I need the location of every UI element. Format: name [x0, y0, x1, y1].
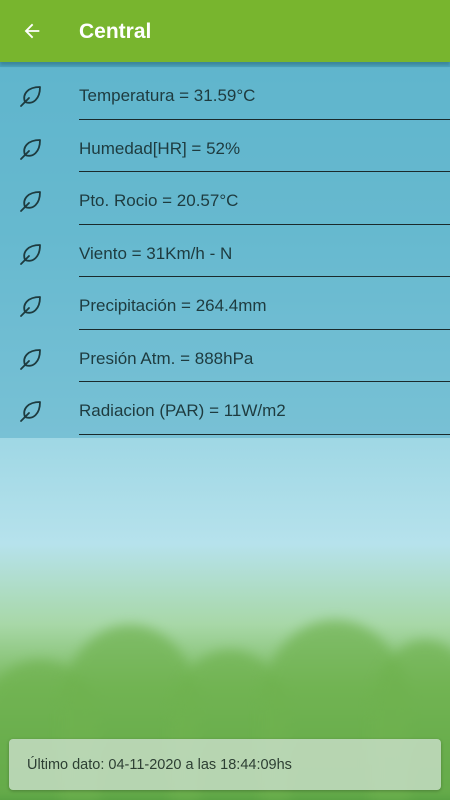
- leaf-icon: [20, 296, 41, 317]
- list-item-label: Precipitación = 264.4mm: [79, 296, 267, 315]
- list-item-label: Humedad[HR] = 52%: [79, 138, 241, 158]
- list-item-precipitation[interactable]: Precipitación = 264.4mm: [0, 277, 450, 330]
- last-update-text: Último dato: 04-11-2020 a las 18:44:09hs: [27, 757, 292, 773]
- last-update-card: Último dato: 04-11-2020 a las 18:44:09hs: [9, 739, 441, 790]
- list-item-temperature[interactable]: Temperatura = 31.59°C: [0, 67, 450, 120]
- leaf-icon: [20, 138, 41, 160]
- back-button[interactable]: [12, 11, 52, 51]
- measurement-list: Temperatura = 31.59°C Humedad[HR] = 52% …: [0, 67, 450, 438]
- divider: [79, 433, 450, 435]
- list-item-label: Radiacion (PAR) = 11W/m2: [79, 401, 286, 420]
- app-bar: Central: [0, 0, 450, 62]
- list-item-label: Presión Atm. = 888hPa: [79, 348, 254, 368]
- list-item-radiation[interactable]: Radiacion (PAR) = 11W/m2: [0, 382, 450, 435]
- list-item-humidity[interactable]: Humedad[HR] = 52%: [0, 120, 450, 172]
- list-item-label: Temperatura = 31.59°C: [79, 86, 256, 105]
- appbar-accent-strip: [0, 62, 450, 67]
- leaf-icon: [20, 348, 41, 370]
- leaf-icon: [20, 86, 41, 107]
- page-title: Central: [79, 20, 152, 43]
- list-item-dew-point[interactable]: Pto. Rocio = 20.57°C: [0, 172, 450, 225]
- arrow-left-icon: [24, 23, 40, 39]
- list-item-label: Viento = 31Km/h - N: [79, 243, 233, 263]
- list-item-pressure[interactable]: Presión Atm. = 888hPa: [0, 330, 450, 382]
- leaf-icon: [20, 243, 41, 265]
- leaf-icon: [20, 401, 41, 422]
- list-item-label: Pto. Rocio = 20.57°C: [79, 191, 239, 210]
- list-item-wind[interactable]: Viento = 31Km/h - N: [0, 225, 450, 277]
- leaf-icon: [20, 191, 41, 212]
